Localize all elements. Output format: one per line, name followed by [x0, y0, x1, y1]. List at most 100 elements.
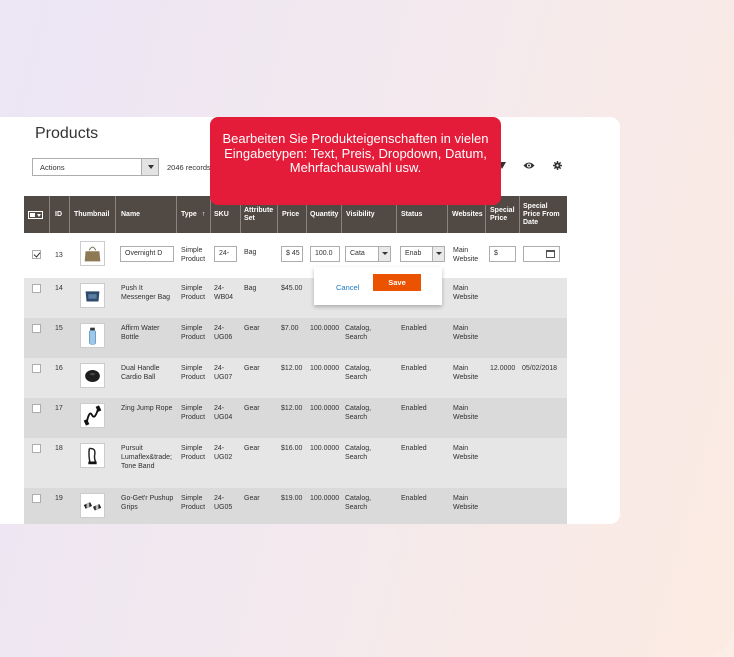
cell-sku: 24-UG05: [214, 495, 233, 511]
band-icon: [80, 443, 105, 468]
cell-id: 16: [55, 365, 63, 372]
cell-type: Simple Product: [181, 365, 206, 381]
cell-attribute-set: Bag: [244, 285, 257, 292]
cell-quantity: 100.0000: [310, 325, 340, 332]
visibility-select[interactable]: Cata: [345, 246, 391, 262]
row-checkbox[interactable]: [32, 404, 41, 413]
cell-websites: Main Website: [453, 285, 479, 301]
cell-name: Pursuit Lumaflex&trade; Tone Band: [121, 445, 172, 470]
cell-visibility: Catalog, Search: [345, 495, 372, 511]
cell-type: Simple Product: [181, 325, 206, 341]
rope-icon: [80, 403, 105, 428]
sku-input[interactable]: 24-: [214, 246, 237, 262]
cell-visibility: Catalog, Search: [345, 445, 372, 461]
table-row[interactable]: 15 Affirm Water Bottle Simple Product 24-UG…: [24, 318, 567, 358]
cell-price: $7.00: [281, 325, 299, 332]
cell-special-price-from: 05/02/2018: [522, 365, 558, 372]
mass-select-checkbox[interactable]: [28, 211, 43, 219]
row-checkbox[interactable]: [32, 324, 41, 333]
cell-name: Push It Messenger Bag: [121, 285, 171, 301]
cell-price: $12.00: [281, 365, 303, 372]
cell-status: Enabled: [401, 365, 427, 372]
cell-attribute-set: Bag: [244, 249, 257, 256]
cell-status: Enabled: [401, 495, 427, 502]
cell-quantity: 100.0000: [310, 495, 340, 502]
cell-name: Affirm Water Bottle: [121, 325, 160, 341]
special-from-date-input[interactable]: [523, 246, 560, 262]
bag-icon: [80, 241, 105, 266]
table-row[interactable]: 16 Dual Handle Cardio Ball Simple Product 2…: [24, 358, 567, 398]
cell-websites: Main Website: [453, 325, 479, 341]
cell-quantity: 100.0000: [310, 365, 340, 372]
cell-type: Simple Product: [181, 445, 206, 461]
table-row[interactable]: 14 Push It Messenger Bag Simple Product 24-…: [24, 278, 567, 318]
bag-icon: [80, 283, 105, 308]
chevron-down-icon: [141, 159, 158, 175]
gear-icon[interactable]: [553, 161, 562, 170]
row-checkbox[interactable]: [32, 444, 41, 453]
cell-status: Enabled: [401, 325, 427, 332]
cell-sku: 24-UG07: [214, 365, 233, 381]
col-type-label: Type: [181, 210, 197, 218]
cell-visibility: Catalog, Search: [345, 325, 372, 341]
cell-price: $19.00: [281, 495, 303, 502]
row-checkbox[interactable]: [32, 494, 41, 503]
cell-type: Simple Product: [181, 285, 206, 301]
calendar-icon[interactable]: [546, 250, 555, 258]
status-select[interactable]: Enab: [400, 246, 445, 262]
name-input[interactable]: Overnight D: [120, 246, 174, 262]
save-button[interactable]: Save: [373, 274, 421, 291]
cell-visibility: Catalog, Search: [345, 365, 372, 381]
inline-edit-actions: Cancel Save: [314, 267, 442, 305]
table-row[interactable]: 17 Zing Jump Rope Simple Product 24-UG04 Gea…: [24, 398, 567, 438]
cell-websites: Main Website: [453, 445, 479, 461]
cell-websites: Main Website: [453, 405, 479, 421]
cell-price: $12.00: [281, 405, 303, 412]
ball-icon: [80, 363, 105, 388]
cell-id: 17: [55, 405, 63, 412]
col-name[interactable]: Name: [121, 196, 140, 233]
cell-attribute-set: Gear: [244, 325, 260, 332]
cell-id: 14: [55, 285, 63, 292]
cell-status: Enabled: [401, 405, 427, 412]
cell-attribute-set: Gear: [244, 405, 260, 412]
cell-type: Simple Product: [181, 405, 206, 421]
quantity-input[interactable]: 100.0: [310, 246, 340, 262]
row-checkbox[interactable]: [32, 284, 41, 293]
cancel-button[interactable]: Cancel: [336, 283, 359, 292]
records-count: 2046 records: [167, 163, 211, 172]
table-row[interactable]: 19 Go-Get'r Pushup Grips Simple Product 24-…: [24, 488, 567, 524]
bottle-icon: [80, 323, 105, 348]
grips-icon: [80, 493, 105, 518]
cell-quantity: 100.0000: [310, 405, 340, 412]
table-row-editing[interactable]: 13 Overnight D Simple Product 24- Bag $ …: [24, 233, 567, 278]
cell-sku: 24-UG02: [214, 445, 233, 461]
col-special-price-from[interactable]: Special Price From Date: [523, 196, 565, 233]
cell-sku: 24-WB04: [214, 285, 234, 301]
actions-label: Actions: [40, 163, 65, 172]
cell-type: Simple Product: [181, 247, 206, 263]
cell-websites: Main Website: [453, 247, 479, 263]
feature-tooltip: Bearbeiten Sie Produkteigenschaften in v…: [210, 117, 501, 205]
actions-dropdown[interactable]: Actions: [32, 158, 159, 176]
cell-websites: Main Website: [453, 495, 479, 511]
col-type[interactable]: Type ↑: [181, 196, 205, 233]
cell-price: $45.00: [281, 285, 303, 292]
eye-icon[interactable]: [523, 161, 535, 170]
sort-arrow-icon: ↑: [201, 210, 206, 218]
cell-sku: 24-UG06: [214, 325, 233, 341]
row-checkbox[interactable]: [32, 250, 41, 259]
chevron-down-icon: [432, 247, 444, 261]
cell-id: 15: [55, 325, 63, 332]
special-price-input[interactable]: $: [489, 246, 516, 262]
cell-special-price: 12.0000: [490, 365, 516, 372]
status-value: Enab: [405, 250, 422, 257]
cell-name: Zing Jump Rope: [121, 405, 173, 412]
col-id[interactable]: ID: [55, 196, 62, 233]
table-row[interactable]: 18 Pursuit Lumaflex&trade; Tone Band Simpl…: [24, 438, 567, 488]
col-thumbnail: Thumbnail: [74, 210, 110, 218]
cell-quantity: 100.0000: [310, 445, 340, 452]
price-input[interactable]: $ 45: [281, 246, 303, 262]
row-checkbox[interactable]: [32, 364, 41, 373]
cell-type: Simple Product: [181, 495, 206, 511]
